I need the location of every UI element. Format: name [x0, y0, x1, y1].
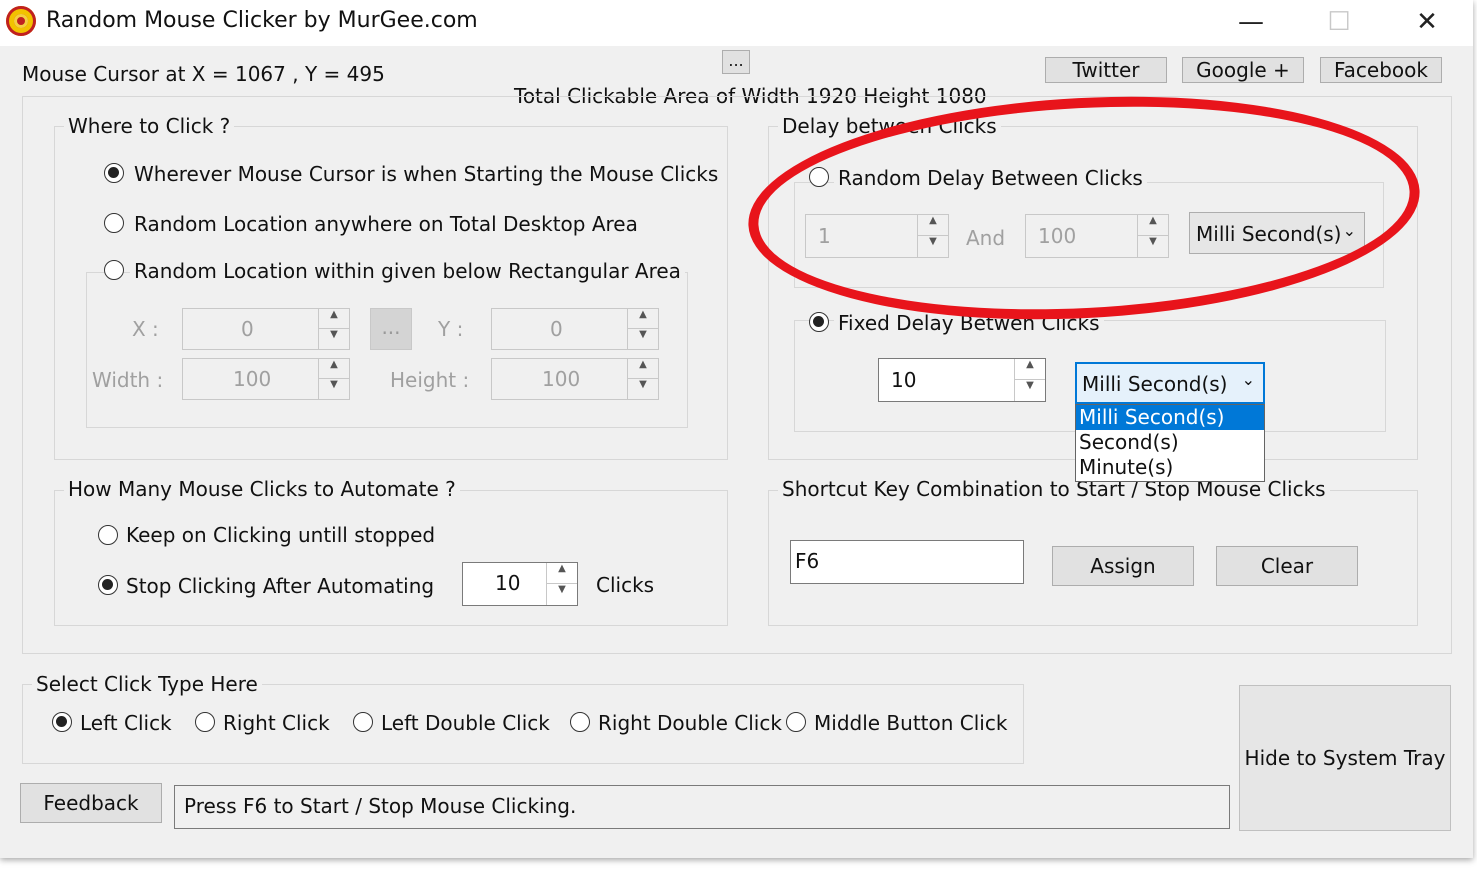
height-value: 100: [542, 367, 581, 391]
maximize-button[interactable]: ☐: [1296, 0, 1382, 46]
height-label: Height :: [390, 368, 470, 392]
radio-middle-button-click[interactable]: [786, 712, 806, 732]
option-wherever-cursor-label: Wherever Mouse Cursor is when Starting t…: [134, 162, 719, 186]
chevron-down-icon: ⌄: [1342, 221, 1356, 240]
fixed-down-arrow-icon[interactable]: ▼: [1015, 380, 1045, 401]
fixed-delay-spinner[interactable]: 10 ▲ ▼: [878, 358, 1046, 402]
radio-left-click[interactable]: [52, 712, 72, 732]
width-up-arrow-icon[interactable]: ▲: [319, 359, 349, 379]
area-settings-button[interactable]: ...: [722, 50, 750, 74]
title-bar: Random Mouse Clicker by MurGee.com — ☐ ✕: [0, 0, 1473, 46]
cursor-position-text: Mouse Cursor at X = 1067 , Y = 495: [22, 62, 385, 86]
unit-option-minutes[interactable]: Minute(s): [1076, 455, 1264, 480]
random-min-value: 1: [818, 224, 831, 248]
random-min-up-icon[interactable]: ▲: [918, 215, 948, 236]
window-title: Random Mouse Clicker by MurGee.com: [46, 8, 478, 33]
radio-random-desktop[interactable]: [104, 213, 124, 233]
radio-wherever-cursor[interactable]: [104, 163, 124, 183]
fixed-unit-value: Milli Second(s): [1082, 372, 1228, 396]
y-label: Y :: [438, 317, 464, 341]
chevron-down-icon: ⌄: [1241, 370, 1255, 389]
status-bar: Press F6 to Start / Stop Mouse Clicking.: [174, 785, 1230, 829]
middle-button-click-label: Middle Button Click: [814, 711, 1008, 735]
random-delay-label: Random Delay Between Clicks: [834, 166, 1147, 190]
height-spinner[interactable]: 100 ▲ ▼: [491, 358, 659, 400]
height-down-arrow-icon[interactable]: ▼: [628, 379, 658, 399]
width-down-arrow-icon[interactable]: ▼: [319, 379, 349, 399]
height-up-arrow-icon[interactable]: ▲: [628, 359, 658, 379]
y-down-arrow-icon[interactable]: ▼: [628, 329, 658, 349]
y-up-arrow-icon[interactable]: ▲: [628, 309, 658, 329]
close-button[interactable]: ✕: [1384, 0, 1470, 46]
count-down-arrow-icon[interactable]: ▼: [547, 584, 577, 605]
and-label: And: [966, 226, 1006, 250]
y-spinner[interactable]: 0 ▲ ▼: [491, 308, 659, 350]
radio-random-rectangle[interactable]: [104, 260, 124, 280]
google-plus-button[interactable]: Google +: [1182, 57, 1304, 83]
unit-option-milliseconds[interactable]: Milli Second(s): [1076, 405, 1264, 430]
left-double-click-label: Left Double Click: [381, 711, 550, 735]
app-window: Random Mouse Clicker by MurGee.com — ☐ ✕…: [0, 0, 1473, 858]
radio-random-delay[interactable]: [809, 167, 829, 187]
unit-dropdown-list: Milli Second(s) Second(s) Minute(s): [1075, 404, 1265, 482]
right-click-label: Right Click: [223, 711, 330, 735]
twitter-button[interactable]: Twitter: [1045, 57, 1167, 83]
shortcut-key-value: F6: [795, 549, 820, 573]
pick-area-button[interactable]: ...: [370, 308, 412, 350]
status-text: Press F6 to Start / Stop Mouse Clicking.: [184, 794, 577, 818]
unit-option-seconds[interactable]: Second(s): [1076, 430, 1264, 455]
count-up-arrow-icon[interactable]: ▲: [547, 563, 577, 584]
hide-to-tray-button[interactable]: Hide to System Tray: [1239, 685, 1451, 831]
left-click-label: Left Click: [80, 711, 172, 735]
random-max-down-icon[interactable]: ▼: [1138, 236, 1168, 257]
click-count-title: How Many Mouse Clicks to Automate ?: [64, 477, 460, 501]
app-logo-icon: [6, 6, 36, 36]
fixed-unit-dropdown[interactable]: Milli Second(s) ⌄: [1075, 362, 1265, 404]
delay-title: Delay between Clicks: [778, 114, 1001, 138]
click-count-spinner[interactable]: 10 ▲ ▼: [462, 562, 578, 606]
clicks-unit-label: Clicks: [596, 573, 655, 597]
width-spinner[interactable]: 100 ▲ ▼: [182, 358, 350, 400]
assign-button[interactable]: Assign: [1052, 546, 1194, 586]
click-count-group: [54, 490, 728, 626]
where-to-click-title: Where to Click ?: [64, 114, 235, 138]
right-double-click-label: Right Double Click: [598, 711, 782, 735]
fixed-delay-label: Fixed Delay Betwen Clicks: [834, 311, 1104, 335]
random-unit-dropdown[interactable]: Milli Second(s) ⌄: [1189, 212, 1365, 254]
fixed-up-arrow-icon[interactable]: ▲: [1015, 359, 1045, 380]
x-up-arrow-icon[interactable]: ▲: [319, 309, 349, 329]
fixed-delay-value: 10: [891, 368, 917, 392]
radio-keep-clicking[interactable]: [98, 525, 118, 545]
random-max-value: 100: [1038, 224, 1077, 248]
radio-right-click[interactable]: [195, 712, 215, 732]
minimize-button[interactable]: —: [1208, 0, 1294, 46]
radio-left-double-click[interactable]: [353, 712, 373, 732]
y-value: 0: [550, 317, 563, 341]
random-unit-value: Milli Second(s): [1196, 222, 1342, 246]
click-type-title: Select Click Type Here: [32, 672, 262, 696]
option-random-desktop-label: Random Location anywhere on Total Deskto…: [134, 212, 638, 236]
x-value: 0: [241, 317, 254, 341]
random-max-spinner[interactable]: 100 ▲ ▼: [1025, 214, 1169, 258]
random-min-spinner[interactable]: 1 ▲ ▼: [805, 214, 949, 258]
x-spinner[interactable]: 0 ▲ ▼: [182, 308, 350, 350]
x-down-arrow-icon[interactable]: ▼: [319, 329, 349, 349]
x-label: X :: [132, 317, 159, 341]
option-random-rectangle-label: Random Location within given below Recta…: [130, 259, 685, 283]
stop-after-label: Stop Clicking After Automating: [126, 574, 435, 598]
clear-button[interactable]: Clear: [1216, 546, 1358, 586]
radio-right-double-click[interactable]: [570, 712, 590, 732]
width-label: Width :: [92, 368, 164, 392]
width-value: 100: [233, 367, 272, 391]
rectangle-area-group: [86, 272, 688, 428]
random-min-down-icon[interactable]: ▼: [918, 236, 948, 257]
facebook-button[interactable]: Facebook: [1320, 57, 1442, 83]
radio-fixed-delay[interactable]: [809, 312, 829, 332]
radio-stop-after[interactable]: [98, 575, 118, 595]
random-max-up-icon[interactable]: ▲: [1138, 215, 1168, 236]
shortcut-key-input[interactable]: F6: [790, 540, 1024, 584]
keep-clicking-label: Keep on Clicking untill stopped: [126, 523, 436, 547]
feedback-button[interactable]: Feedback: [20, 783, 162, 823]
click-count-value: 10: [495, 571, 521, 595]
